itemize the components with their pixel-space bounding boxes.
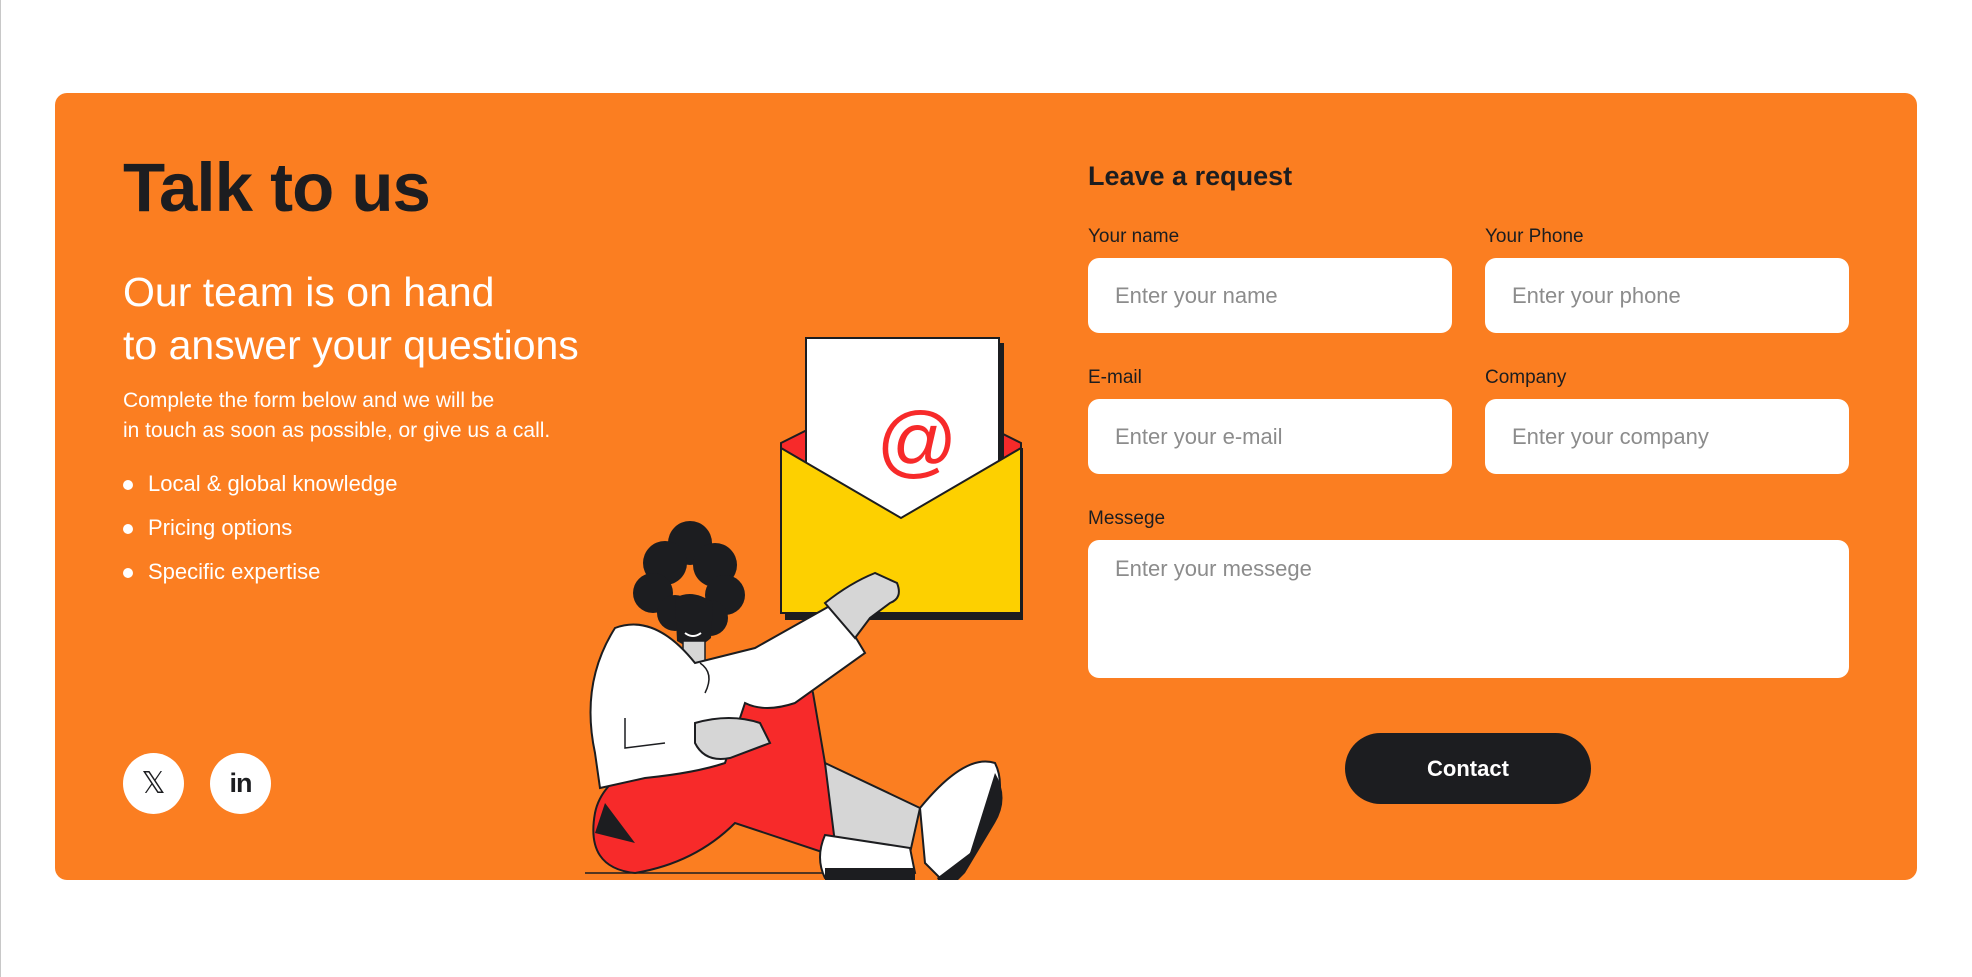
page-title: Talk to us	[123, 149, 431, 226]
company-input[interactable]	[1485, 399, 1849, 474]
woman-with-envelope-illustration: @	[585, 337, 1023, 880]
page-edge-line	[0, 0, 1, 977]
contact-button[interactable]: Contact	[1345, 733, 1591, 804]
hero-description-line-1: Complete the form below and we will be	[123, 389, 495, 412]
hero-description-line-2: in touch as soon as possible, or give us…	[123, 419, 551, 442]
email-label: E-mail	[1088, 367, 1142, 388]
benefit-item: Specific expertise	[123, 561, 398, 605]
name-label: Your name	[1088, 226, 1180, 247]
benefit-item: Pricing options	[123, 517, 398, 561]
contact-card: Talk to us Our team is on hand to answer…	[55, 93, 1917, 880]
x-link[interactable]: 𝕏	[123, 753, 184, 814]
benefit-item: Local & global knowledge	[123, 473, 398, 517]
woman-face	[675, 594, 713, 647]
linkedin-icon: in	[229, 768, 253, 798]
x-icon: 𝕏	[141, 766, 166, 801]
benefits-list: Local & global knowledge Pricing options…	[123, 473, 398, 605]
form-title: Leave a request	[1088, 161, 1293, 191]
company-label: Company	[1485, 367, 1567, 388]
envelope-icon: @	[780, 337, 1023, 620]
name-input[interactable]	[1088, 258, 1452, 333]
phone-input[interactable]	[1485, 258, 1849, 333]
at-symbol-icon: @	[876, 396, 957, 485]
email-input[interactable]	[1088, 399, 1452, 474]
message-label: Messege	[1088, 508, 1166, 529]
hero-description: Complete the form below and we will be i…	[123, 386, 550, 446]
linkedin-link[interactable]: in	[210, 753, 271, 814]
message-textarea[interactable]	[1088, 540, 1849, 678]
phone-label: Your Phone	[1485, 226, 1584, 247]
